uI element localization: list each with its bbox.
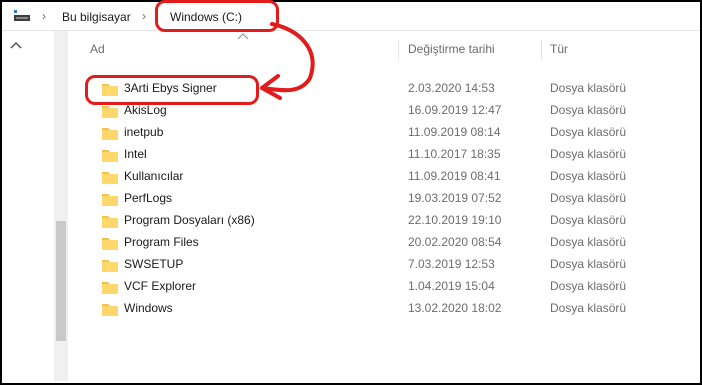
folder-highlight-annotation [85, 75, 259, 105]
folder-icon [102, 282, 118, 294]
navigation-pane[interactable] [2, 31, 68, 381]
breadcrumb-separator: › [142, 9, 146, 23]
file-name: Intel [124, 147, 147, 161]
file-type: Dosya klasörü [550, 257, 627, 271]
file-name: inetpub [124, 125, 164, 139]
file-date-modified: 7.03.2019 12:53 [408, 257, 495, 271]
file-date-modified: 16.09.2019 12:47 [408, 103, 502, 117]
file-row[interactable]: Kullanıcılar 11.09.2019 08:41 Dosya klas… [60, 166, 700, 188]
file-row[interactable]: Program Dosyaları (x86) 22.10.2019 19:10… [60, 210, 700, 232]
file-date-modified: 11.10.2017 18:35 [408, 147, 501, 161]
breadcrumb-this-pc[interactable]: Bu bilgisayar [62, 10, 131, 24]
file-name: Program Dosyaları (x86) [124, 213, 255, 227]
file-row[interactable]: PerfLogs 19.03.2019 07:52 Dosya klasörü [60, 188, 700, 210]
column-header-name[interactable]: Ad [90, 38, 395, 60]
file-type: Dosya klasörü [550, 301, 627, 315]
file-date-modified: 2.03.2020 14:53 [408, 81, 495, 95]
file-row[interactable]: VCF Explorer 1.04.2019 15:04 Dosya klasö… [60, 276, 700, 298]
folder-icon [102, 128, 118, 140]
file-type: Dosya klasörü [550, 169, 627, 183]
file-date-modified: 1.04.2019 15:04 [408, 279, 495, 293]
file-type: Dosya klasörü [550, 125, 627, 139]
file-type: Dosya klasörü [550, 191, 627, 205]
column-divider[interactable] [541, 40, 542, 60]
column-divider[interactable] [398, 40, 399, 60]
file-name: VCF Explorer [124, 279, 197, 293]
address-bar[interactable]: › Bu bilgisayar › Windows (C:) [2, 2, 700, 31]
folder-icon [102, 304, 118, 316]
file-name: SWSETUP [124, 257, 184, 271]
file-row[interactable]: Windows 13.02.2020 18:02 Dosya klasörü [60, 298, 700, 320]
file-type: Dosya klasörü [550, 235, 627, 249]
column-header-type[interactable]: Tür [550, 38, 650, 60]
folder-icon [102, 260, 118, 272]
file-type: Dosya klasörü [550, 147, 627, 161]
breadcrumb-separator: › [42, 9, 46, 23]
file-date-modified: 22.10.2019 19:10 [408, 213, 502, 227]
file-date-modified: 19.03.2019 07:52 [408, 191, 502, 205]
file-type: Dosya klasörü [550, 279, 627, 293]
file-date-modified: 20.02.2020 08:54 [408, 235, 502, 249]
file-name: Windows [124, 301, 173, 315]
file-name: PerfLogs [124, 191, 173, 205]
folder-icon [102, 150, 118, 162]
folder-icon [102, 106, 118, 118]
folder-icon [102, 238, 118, 250]
drive-highlight-annotation [155, 0, 279, 32]
folder-icon [102, 216, 118, 228]
file-row[interactable]: Program Files 20.02.2020 08:54 Dosya kla… [60, 232, 700, 254]
file-row[interactable]: Intel 11.10.2017 18:35 Dosya klasörü [60, 144, 700, 166]
file-row[interactable]: SWSETUP 7.03.2019 12:53 Dosya klasörü [60, 254, 700, 276]
file-date-modified: 11.09.2019 08:41 [408, 169, 501, 183]
file-name: Program Files [124, 235, 199, 249]
file-type: Dosya klasörü [550, 103, 627, 117]
file-date-modified: 11.09.2019 08:14 [408, 125, 501, 139]
file-row[interactable]: inetpub 11.09.2019 08:14 Dosya klasörü [60, 122, 700, 144]
file-date-modified: 13.02.2020 18:02 [408, 301, 502, 315]
column-header-date-modified[interactable]: Değiştirme tarihi [408, 38, 538, 60]
folder-icon [102, 172, 118, 184]
file-name: Kullanıcılar [124, 169, 184, 183]
chevron-up-icon[interactable] [10, 41, 22, 49]
computer-icon [14, 10, 30, 21]
file-type: Dosya klasörü [550, 81, 627, 95]
file-type: Dosya klasörü [550, 213, 627, 227]
folder-icon [102, 194, 118, 206]
file-name: AkisLog [124, 103, 167, 117]
